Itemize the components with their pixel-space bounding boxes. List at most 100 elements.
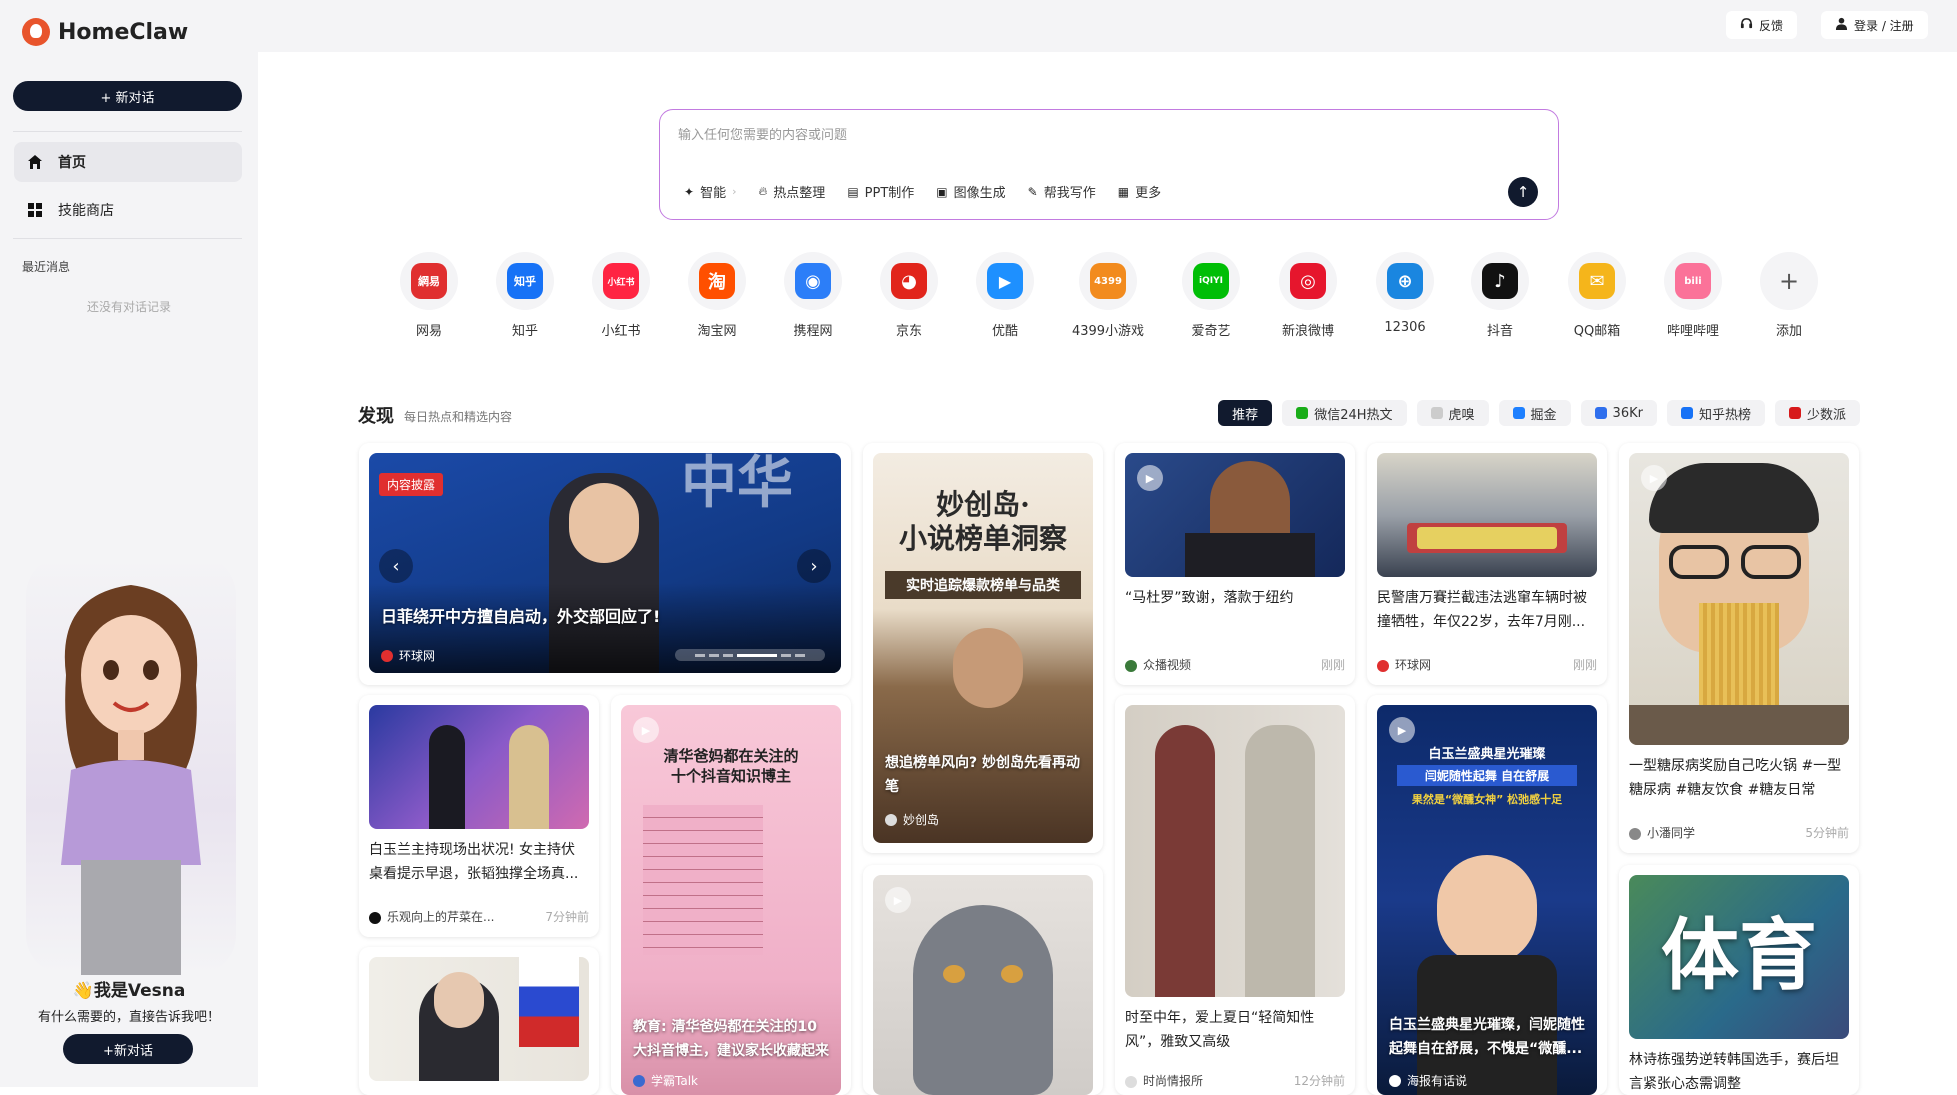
carousel-prev-button[interactable]: ‹ [379,549,413,583]
card-title: 时至中年，爱上夏日“轻简知性风”，雅致又高级 [1125,1010,1315,1050]
content-card-putin[interactable] [359,947,599,1095]
kr36-icon [1594,407,1607,419]
app-youku[interactable]: ▶ 优酷 [957,252,1053,339]
pen-icon: ✎ [1027,184,1038,199]
novel-source: 妙创岛 [885,811,939,828]
content-card-noodle[interactable]: ▶ 一型糖尿病奖励自己吃火锅 #一型糖尿病 #糖友饮食 #糖友日常 小潘同学 5分… [1619,443,1859,853]
tool-hotspot[interactable]: 🔥︎ 热点整理 [758,182,825,201]
carousel-next-button[interactable]: › [797,549,831,583]
source-label: 学霸Talk [651,1074,698,1088]
content-card-police[interactable]: 民警唐万賽拦截违法逃窜车辆时被撞牺牲，年仅22岁，去年7月刚... 环球网 刚刚 [1367,443,1607,685]
app-label: QQ邮箱 [1573,324,1621,339]
tab-recommend[interactable]: 推荐 [1218,400,1273,426]
timestamp: 刚刚 [1320,658,1345,672]
content-card-magnolia[interactable]: ▶ 白玉兰盛典星光璀璨 闫妮随性起舞 自在舒展 果然是“微醺女神” 松弛感十足 … [1367,695,1607,1095]
wechat-icon [1296,407,1309,419]
user-icon [1835,17,1848,33]
content-card-sports[interactable]: 体育 林诗栋强势逆转韩国选手，赛后坦言紧张心态需调整 [1619,865,1859,1095]
app-weibo[interactable]: ◎ 新浪微博 [1260,252,1356,339]
tool-smart[interactable]: ✦ 智能 › [684,182,736,202]
carousel-indicator[interactable] [675,649,825,661]
card-title: 民警唐万賽拦截违法逃窜车辆时被撞牺牲，年仅22岁，去年7月刚... [1377,590,1587,630]
app-iqiyi[interactable]: iQIYI 爱奇艺 [1163,252,1259,339]
tool-more[interactable]: ▦ 更多 [1117,182,1161,202]
app-bilibili[interactable]: bili 哔哩哔哩 [1645,252,1741,339]
tab-zhihu-hot[interactable]: 知乎热榜 [1666,400,1765,426]
feedback-button[interactable]: 反馈 [1726,11,1798,39]
image-icon: ▣ [936,184,948,199]
tab-wechat[interactable]: 微信24H热文 [1282,400,1407,426]
app-xiaohongshu[interactable]: 小红书 小红书 [573,252,669,339]
card-title: 白玉兰主持现场出状况! 女主持伏桌看提示早退，张韬独撑全场真... [369,842,579,882]
magnolia-title: 白玉兰盛典星光璀璨，闫妮随性起舞自在舒展，不愧是“微醺... [1389,1017,1585,1057]
app-zhihu[interactable]: 知乎 知乎 [477,252,573,339]
sidebar-item-home[interactable]: 首页 [14,142,242,182]
source-icon [633,1074,645,1087]
assistant-avatar [26,555,236,975]
sidebar-divider [13,238,242,239]
content-card-novel[interactable]: 妙创岛· 小说榜单洞察 实时追踪爆款榜单与品类 想追榜单风向? 妙创岛先看再动笔… [863,443,1103,853]
app-label: 知乎 [511,324,538,339]
timestamp: 12分钟前 [1293,1074,1345,1088]
source-icon [1389,1074,1401,1087]
play-icon: ▶ [1389,717,1415,743]
tab-36kr[interactable]: 36Kr [1580,400,1657,426]
content-card-edu[interactable]: ▶ 清华爸妈都在关注的 十个抖音知识博主 教育: 清华爸妈都在关注的10大抖音博… [611,695,851,1095]
login-button[interactable]: 登录 / 注册 [1821,11,1928,39]
card-title: “马杜罗”致谢，落款于纽约 [1125,590,1294,606]
content-card-fashion[interactable]: 时至中年，爱上夏日“轻简知性风”，雅致又高级 时尚情报所 12分钟前 [1115,695,1355,1095]
source-label: 海报有话说 [1407,1074,1468,1088]
tool-image[interactable]: ▣ 图像生成 [936,182,1006,202]
app-12306[interactable]: ⊕ 12306 [1357,252,1453,335]
source-label: 时尚情报所 [1143,1074,1204,1088]
arrow-up-icon: ↑ [1516,183,1530,201]
hero-source: 环球网 [381,647,435,664]
search-box: ✦ 智能 › 🔥︎ 热点整理 ▤ PPT制作 ▣ 图像生成 ✎ 帮我写作 ▦ 更多 ↑ [659,109,1559,220]
tab-juejin[interactable]: 掘金 [1498,400,1571,426]
send-button[interactable]: ↑ [1508,177,1538,207]
app-label: 抖音 [1486,324,1513,339]
app-douyin[interactable]: ♪ 抖音 [1452,252,1548,339]
logo[interactable]: HomeClaw [22,18,188,46]
content-card-host[interactable]: 白玉兰主持现场出状况! 女主持伏桌看提示早退，张韬独撑全场真... 乐观向上的芹… [359,695,599,937]
assistant-new-chat-button[interactable]: +新对话 [63,1034,193,1064]
new-chat-button[interactable]: + 新对话 [13,81,242,111]
tool-ppt[interactable]: ▤ PPT制作 [847,182,915,202]
poster-subtitle: 实时追踪爆款榜单与品类 [885,571,1081,599]
tab-sspai[interactable]: 少数派 [1774,400,1860,426]
tool-label: 帮我写作 [1043,186,1096,201]
sidebar-item-skill-store[interactable]: 技能商店 [14,190,242,230]
content-card-cat[interactable]: ▶ [863,865,1103,1095]
tab-huxiu[interactable]: 虎嗅 [1416,400,1489,426]
sidebar-item-label: 首页 [58,155,86,171]
discover-title: 发现 [358,406,394,427]
hero-badge: 内容披露 [379,473,444,496]
search-input[interactable] [678,128,1538,143]
app-ctrip[interactable]: ◉ 携程网 [765,252,861,339]
tool-label: 图像生成 [953,186,1006,201]
sspai-icon [1788,407,1801,419]
tool-label: PPT制作 [864,186,915,201]
weibo-icon: ◎ [1290,263,1326,299]
iqiyi-icon: iQIYI [1193,263,1229,299]
hero-card[interactable]: 中华 内容披露 ‹ › 日菲绕开中方擅自启动，外交部回应了! 环球网 [359,443,851,685]
app-jd[interactable]: ◕ 京东 [861,252,957,339]
tool-writing[interactable]: ✎ 帮我写作 [1027,182,1096,202]
app-label: 优酷 [991,324,1018,339]
play-icon: ▶ [1641,465,1667,491]
railway-icon: ⊕ [1387,263,1423,299]
tab-label: 少数派 [1806,407,1846,423]
app-taobao[interactable]: 淘淘宝网 [669,252,765,339]
novel-poster: 妙创岛· 小说榜单洞察 实时追踪爆款榜单与品类 想追榜单风向? 妙创岛先看再动笔… [873,453,1093,843]
poster-text: 闫妮随性起舞 自在舒展 [1397,765,1577,786]
cat-image: ▶ [873,875,1093,1095]
app-4399[interactable]: 4399 4399小游戏 [1060,252,1156,339]
app-add[interactable]: + 添加 [1741,252,1837,339]
app-wangyi[interactable]: 網易 网易 [381,252,477,339]
app-qqmail[interactable]: ✉ QQ邮箱 [1549,252,1645,339]
app-label: 网易 [415,324,442,339]
grid-icon: ▦ [1117,184,1130,199]
search-tools: ✦ 智能 › 🔥︎ 热点整理 ▤ PPT制作 ▣ 图像生成 ✎ 帮我写作 ▦ 更多 [684,182,1161,201]
content-card-maduro[interactable]: ▶ “马杜罗”致谢，落款于纽约 众播视频 刚刚 [1115,443,1355,685]
app-label: 添加 [1775,324,1802,339]
